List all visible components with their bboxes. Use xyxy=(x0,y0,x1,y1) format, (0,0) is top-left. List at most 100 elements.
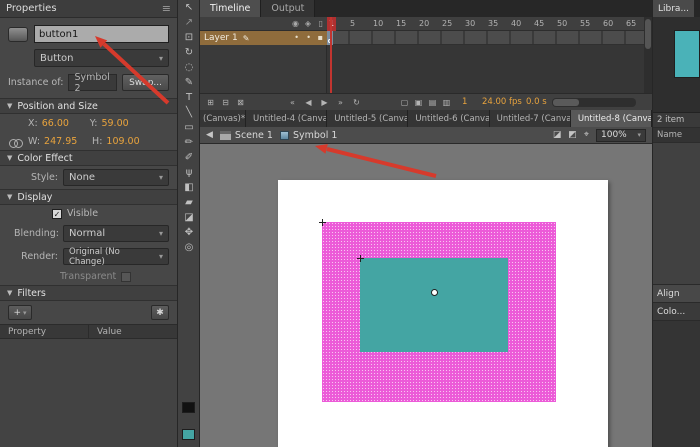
library-name-column-header[interactable]: Name xyxy=(653,128,700,143)
document-tab-untitled-4[interactable]: Untitled-4 (Canvas)* × xyxy=(246,110,327,127)
bone-tool[interactable]: ψ xyxy=(178,165,200,180)
fill-color-chip[interactable] xyxy=(182,429,195,440)
caret-down-icon: ▾ xyxy=(159,252,163,261)
layer-outline-square[interactable]: ▪ xyxy=(318,33,323,42)
align-panel-tab[interactable]: Align xyxy=(653,285,700,303)
outline-layers-icon[interactable]: ▯ xyxy=(319,19,323,28)
symbol-type-dropdown[interactable]: Button ▾ xyxy=(34,49,169,67)
document-tab-untitled-6[interactable]: Untitled-6 (Canvas)* × xyxy=(408,110,489,127)
eyedropper-tool[interactable]: ▰ xyxy=(178,195,200,210)
zoom-level-dropdown[interactable]: 100% ▾ xyxy=(596,129,646,142)
symbol-label: Symbol 1 xyxy=(293,130,337,141)
x-value[interactable]: 66.00 xyxy=(42,118,86,129)
eyedropper-tool-icon: ▰ xyxy=(185,197,193,208)
h-value[interactable]: 109.00 xyxy=(106,136,150,147)
filters-empty-area xyxy=(0,339,177,447)
free-transform-tool[interactable]: ⊡ xyxy=(178,30,200,45)
timeline-panel: Timeline Output ◉ ◈ ▯ Layer 1 ✎ • • ▪ xyxy=(200,0,652,110)
playhead-line[interactable] xyxy=(330,17,332,93)
filter-options-button[interactable]: ✱ xyxy=(151,305,169,320)
frame-label: 55 xyxy=(580,17,600,31)
section-position-size[interactable]: ▼ Position and Size xyxy=(0,98,177,114)
pencil-tool[interactable]: ✏ xyxy=(178,135,200,150)
add-filter-button[interactable]: + ▾ xyxy=(8,305,32,320)
layer-visibility-dot[interactable]: • xyxy=(294,33,299,42)
stage-pasteboard[interactable] xyxy=(200,144,652,447)
lock-layers-icon[interactable]: ◈ xyxy=(305,19,311,28)
w-value[interactable]: 247.95 xyxy=(44,136,88,147)
zoom-tool[interactable]: ◎ xyxy=(178,240,200,255)
pen-tool[interactable]: ✎ xyxy=(178,75,200,90)
back-icon[interactable]: ◀ xyxy=(206,130,213,140)
play-button[interactable]: ▶ xyxy=(318,96,331,109)
style-dropdown[interactable]: None ▾ xyxy=(63,169,169,186)
step-back-button[interactable]: ◀ xyxy=(302,96,315,109)
new-folder-button[interactable]: ⊟ xyxy=(219,96,232,109)
scrollbar-thumb[interactable] xyxy=(645,19,651,49)
layer-row[interactable]: Layer 1 ✎ • • ▪ xyxy=(200,31,327,45)
3d-rotation-tool[interactable]: ↻ xyxy=(178,45,200,60)
brush-tool[interactable]: ✐ xyxy=(178,150,200,165)
rectangle-tool-icon: ▭ xyxy=(184,122,193,133)
delete-layer-button[interactable]: ⊠ xyxy=(234,96,247,109)
breadcrumb-symbol[interactable]: Symbol 1 xyxy=(280,130,337,141)
rectangle-tool[interactable]: ▭ xyxy=(178,120,200,135)
hand-tool[interactable]: ✥ xyxy=(178,225,200,240)
properties-panel: Properties ≡ Button ▾ Instance of: Symbo… xyxy=(0,0,178,447)
tab-library[interactable]: Libra... xyxy=(653,0,694,17)
text-tool[interactable]: T xyxy=(178,90,200,105)
onion-skin-button[interactable]: ▢ xyxy=(398,96,411,109)
panel-menu-icon[interactable]: ≡ xyxy=(162,2,171,15)
goto-last-frame-button[interactable]: » xyxy=(334,96,347,109)
stroke-color-chip[interactable] xyxy=(182,402,195,413)
lasso-tool[interactable]: ◌ xyxy=(178,60,200,75)
teal-button-instance[interactable] xyxy=(360,258,508,352)
line-tool[interactable]: ╲ xyxy=(178,105,200,120)
center-frame-icon[interactable]: ⌖ xyxy=(584,130,589,140)
library-item-list[interactable] xyxy=(653,143,700,285)
new-layer-button[interactable]: ⊞ xyxy=(204,96,217,109)
loop-button[interactable]: ↻ xyxy=(350,96,363,109)
section-display[interactable]: ▼ Display xyxy=(0,189,177,205)
edit-symbol-icon[interactable]: ◩ xyxy=(568,130,577,140)
link-wh-icon[interactable] xyxy=(9,139,22,146)
transformation-point[interactable] xyxy=(431,289,438,296)
tab-timeline[interactable]: Timeline xyxy=(200,0,261,17)
scrollbar-thumb[interactable] xyxy=(553,99,579,106)
timeline-horizontal-scrollbar[interactable] xyxy=(552,98,636,107)
layer-frames-row[interactable] xyxy=(327,31,644,45)
y-value[interactable]: 59.00 xyxy=(101,118,145,129)
section-filters[interactable]: ▼ Filters xyxy=(0,285,177,301)
stage-canvas[interactable] xyxy=(278,180,608,447)
document-tab-untitled-5[interactable]: Untitled-5 (Canvas)* × xyxy=(327,110,408,127)
visible-checkbox[interactable]: ✓ xyxy=(52,209,62,219)
edit-multiple-frames-button[interactable]: ▤ xyxy=(426,96,439,109)
document-tab-clipped[interactable]: (Canvas)* xyxy=(200,110,246,127)
timeline-frames-area[interactable]: 1 5 10 15 20 25 30 35 40 45 50 55 60 65 xyxy=(327,17,644,93)
document-tab-untitled-7[interactable]: Untitled-7 (Canvas)* × xyxy=(490,110,571,127)
frame-rate-indicator[interactable]: 24.00 fps xyxy=(482,97,522,107)
subselection-tool[interactable]: ↗ xyxy=(178,15,200,30)
blending-dropdown[interactable]: Normal ▾ xyxy=(63,225,169,242)
instance-name-input[interactable] xyxy=(34,25,169,43)
edit-scene-icon[interactable]: ◪ xyxy=(553,130,562,140)
document-tab-label: Untitled-4 (Canvas)* xyxy=(253,114,327,124)
color-panel-tab[interactable]: Colo... xyxy=(653,303,700,321)
tab-output[interactable]: Output xyxy=(261,0,315,17)
section-color-effect[interactable]: ▼ Color Effect xyxy=(0,150,177,166)
goto-first-frame-button[interactable]: « xyxy=(286,96,299,109)
breadcrumb-scene[interactable]: Scene 1 xyxy=(220,130,273,141)
onion-skin-outlines-button[interactable]: ▣ xyxy=(412,96,425,109)
visible-label: Visible xyxy=(67,208,98,219)
swap-button[interactable]: Swap... xyxy=(122,74,169,91)
modify-markers-button[interactable]: ▥ xyxy=(440,96,453,109)
eraser-tool[interactable]: ◪ xyxy=(178,210,200,225)
frame-ruler[interactable]: 1 5 10 15 20 25 30 35 40 45 50 55 60 65 xyxy=(327,17,644,31)
document-tab-untitled-8[interactable]: Untitled-8 (Canvas)* × xyxy=(571,110,652,127)
render-dropdown[interactable]: Original (No Change) ▾ xyxy=(63,248,169,265)
timeline-vertical-scrollbar[interactable] xyxy=(644,17,652,93)
selection-tool[interactable]: ↖ xyxy=(178,0,200,15)
layer-lock-dot[interactable]: • xyxy=(306,33,311,42)
show-hide-layers-icon[interactable]: ◉ xyxy=(292,19,299,28)
paint-bucket-tool[interactable]: ◧ xyxy=(178,180,200,195)
